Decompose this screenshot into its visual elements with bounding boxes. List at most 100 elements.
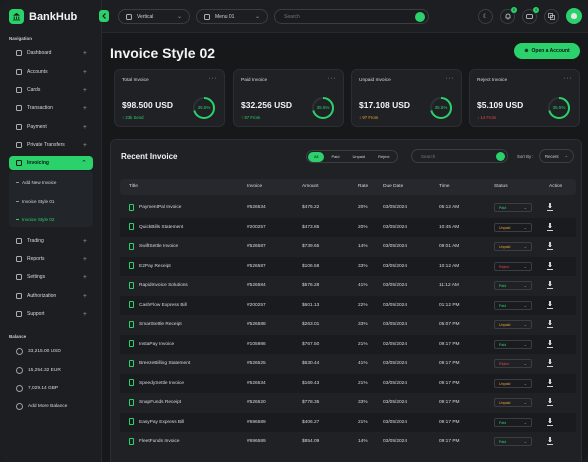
- sidebar-item-accounts[interactable]: Accounts +: [9, 65, 93, 79]
- download-icon[interactable]: [547, 339, 553, 348]
- notification-icon[interactable]: 5: [500, 7, 517, 24]
- download-icon[interactable]: [547, 417, 553, 426]
- download-icon[interactable]: [547, 203, 553, 212]
- sidebar-item-private-transfers[interactable]: Private Transfers +: [9, 138, 93, 152]
- theme-toggle-icon[interactable]: ☾: [478, 9, 493, 24]
- download-icon[interactable]: [547, 261, 553, 270]
- download-icon[interactable]: [547, 320, 553, 329]
- invoice-search-input[interactable]: [421, 153, 491, 160]
- sidebar-item-payment[interactable]: Payment +: [9, 120, 93, 134]
- status-select[interactable]: Unpaid ⌄: [494, 222, 532, 232]
- more-options-icon[interactable]: ···: [328, 75, 337, 82]
- chevron-down-icon: ⌄: [523, 341, 527, 347]
- filter-reject[interactable]: Reject: [372, 152, 395, 162]
- message-icon[interactable]: 4: [522, 7, 539, 24]
- balance-item[interactable]: 33,215.00 USD: [16, 348, 61, 355]
- status-select[interactable]: Unpaid ⌄: [494, 378, 532, 388]
- table-row[interactable]: PaymentPal Invoice #526534 $475.22 20% 03/05…: [120, 198, 576, 218]
- download-icon[interactable]: [547, 242, 553, 251]
- table-row[interactable]: EasyPay Express Bill #696589 $406.27 21% 03/…: [120, 412, 576, 432]
- filter-unpaid[interactable]: Unpaid: [346, 152, 371, 162]
- submenu-item-add-new-invoice[interactable]: Add New Invoice: [16, 180, 56, 185]
- column-header-action[interactable]: Action: [549, 184, 562, 189]
- search-icon[interactable]: [496, 152, 505, 161]
- table-row[interactable]: SwiftSettle Invoice #526587 $739.65 14% 03/0…: [120, 237, 576, 257]
- sidebar-item-authorization[interactable]: Authorization +: [9, 289, 93, 303]
- column-header-rate[interactable]: Rate: [358, 184, 368, 189]
- column-header-time[interactable]: Time: [439, 184, 449, 189]
- download-icon[interactable]: [547, 359, 553, 368]
- more-options-icon[interactable]: ···: [209, 75, 218, 82]
- download-icon[interactable]: [547, 398, 553, 407]
- submenu-item-invoice-style-01[interactable]: Invoice Style 01: [16, 199, 54, 204]
- column-header-status[interactable]: Status: [494, 184, 508, 189]
- layout-select[interactable]: Vertical ⌄: [118, 9, 190, 24]
- column-header-invoice[interactable]: Invoice: [247, 184, 262, 189]
- table-row[interactable]: BreezeBilling Statement #526525 $630.44 41%…: [120, 354, 576, 374]
- filter-paid[interactable]: Paid: [325, 152, 345, 162]
- balance-section-title: Balance: [9, 334, 27, 339]
- column-header-amount[interactable]: Amount: [302, 184, 319, 189]
- table-row[interactable]: FleetFunds Invoice #696589 $854.09 14% 03/05…: [120, 432, 576, 452]
- status-select[interactable]: Paid ⌄: [494, 300, 532, 310]
- status-select[interactable]: Paid ⌄: [494, 417, 532, 427]
- menu-icon: [204, 13, 210, 20]
- cell-rate: 21%: [358, 341, 368, 347]
- card-title: Total Invoice: [122, 78, 149, 83]
- bank-icon: [9, 9, 24, 24]
- plus-icon: +: [82, 123, 87, 131]
- search-icon[interactable]: [415, 12, 425, 22]
- table-row[interactable]: InstaPay Invoice #105986 $767.50 21% 02/05/2…: [120, 334, 576, 354]
- table-row[interactable]: SmartSettle Receipt #526588 $263.01 33% 03/0…: [120, 315, 576, 335]
- sort-select[interactable]: Recent ⌄: [539, 149, 574, 163]
- submenu-item-invoice-style-02[interactable]: Invoice Style 02: [16, 217, 54, 222]
- filter-all[interactable]: All: [308, 151, 325, 162]
- menu-select[interactable]: Menu 01 ⌄: [196, 9, 268, 24]
- status-select[interactable]: Paid ⌄: [494, 339, 532, 349]
- download-icon[interactable]: [547, 378, 553, 387]
- status-select[interactable]: Paid ⌄: [494, 203, 532, 212]
- column-header-due-date[interactable]: Due Date: [383, 184, 403, 189]
- status-select[interactable]: Reject ⌄: [494, 359, 532, 368]
- download-icon[interactable]: [547, 437, 553, 446]
- more-options-icon[interactable]: ···: [446, 75, 455, 82]
- sidebar-item-trading[interactable]: Trading +: [9, 234, 93, 248]
- search-input[interactable]: [284, 13, 404, 21]
- sidebar-item-reports[interactable]: Reports +: [9, 252, 93, 266]
- table-row[interactable]: RapidInvoice Solutions #526584 $576.28 41% 0…: [120, 276, 576, 296]
- sidebar-item-invoicing[interactable]: Invoicing ⌃: [9, 156, 93, 170]
- table-row[interactable]: SpeedySettle Invoice #526534 $169.43 21% 03/…: [120, 373, 576, 393]
- plus-icon: +: [82, 255, 87, 263]
- sidebar-item-dashboard[interactable]: Dashboard +: [9, 46, 93, 60]
- sidebar-item-support[interactable]: Support +: [9, 307, 93, 321]
- status-select[interactable]: Paid ⌄: [494, 437, 532, 446]
- sidebar-item-cards[interactable]: Cards +: [9, 83, 93, 97]
- cell-due: 03/05/2024: [383, 400, 408, 405]
- open-account-button[interactable]: ⊕ Open a Account: [514, 43, 580, 59]
- balance-item[interactable]: 15,254.32 EUR: [16, 367, 61, 374]
- status-select[interactable]: Reject ⌄: [494, 261, 532, 271]
- add-balance-button[interactable]: Add More Balance: [16, 403, 67, 410]
- status-select[interactable]: Paid ⌄: [494, 281, 532, 290]
- table-row[interactable]: SnapFunds Receipt #526520 $778.35 33% 03/05/…: [120, 393, 576, 413]
- brand-logo[interactable]: BankHub: [9, 9, 77, 24]
- cell-title: SmartSettle Receipt: [139, 322, 182, 327]
- download-icon[interactable]: [547, 300, 553, 309]
- avatar[interactable]: [566, 8, 582, 24]
- sidebar-item-transaction[interactable]: Transaction +: [9, 101, 93, 115]
- status-select[interactable]: Unpaid ⌄: [494, 320, 532, 329]
- balance-item[interactable]: 7,029.14 GBP: [16, 385, 58, 392]
- download-icon[interactable]: [547, 281, 553, 290]
- status-select[interactable]: Unpaid ⌄: [494, 242, 532, 251]
- language-icon[interactable]: [544, 9, 559, 24]
- table-row[interactable]: CashFlow Express Bill #200257 $601.13 22% 03…: [120, 295, 576, 315]
- sidebar-collapse-button[interactable]: [99, 10, 109, 22]
- status-select[interactable]: Unpaid ⌄: [494, 398, 532, 407]
- more-options-icon[interactable]: ···: [564, 75, 573, 82]
- table-row[interactable]: QuickBills Statement #200257 $473.85 20% 03/…: [120, 217, 576, 237]
- sidebar-item-settings[interactable]: Settings +: [9, 270, 93, 284]
- table-row[interactable]: E2Pay Receipt #526587 $106.58 33% 03/05/2024…: [120, 256, 576, 276]
- download-icon[interactable]: [547, 222, 553, 231]
- cell-due: 03/05/2024: [383, 419, 408, 425]
- column-header-title[interactable]: Title: [129, 184, 138, 189]
